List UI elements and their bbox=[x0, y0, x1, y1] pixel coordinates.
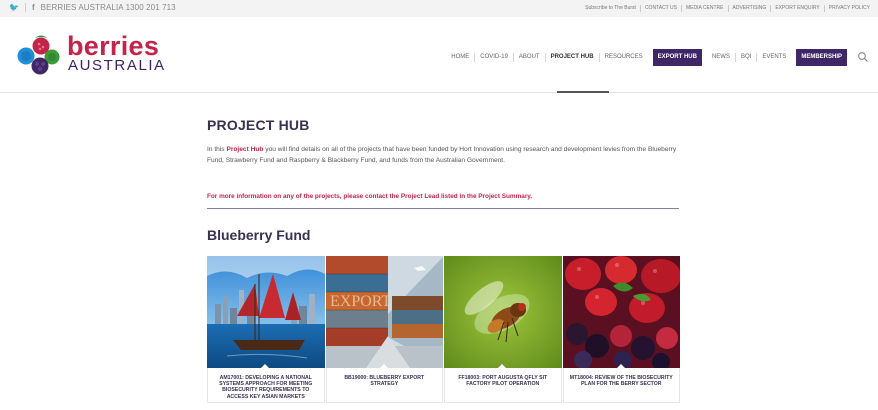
nav-covid-19[interactable]: COVID-19 bbox=[475, 52, 514, 62]
privacy-policy-link[interactable]: PRIVACY POLICY bbox=[825, 5, 874, 12]
top-bar: 🐦 f BERRIES AUSTRALIA 1300 201 713 Subsc… bbox=[0, 0, 878, 17]
fund-heading: Blueberry Fund bbox=[207, 227, 311, 243]
card-caption[interactable]: AM17001: DEVELOPING A NATIONAL SYSTEMS A… bbox=[207, 368, 325, 403]
main-nav: HOME COVID-19 ABOUT PROJECT HUB RESOURCE… bbox=[446, 47, 869, 67]
site-logo[interactable]: berries AUSTRALIA bbox=[15, 33, 164, 78]
nav-home[interactable]: HOME bbox=[446, 52, 476, 62]
active-nav-indicator bbox=[557, 91, 609, 93]
card-caption[interactable]: MT18004: REVIEW OF THE BIOSECURITY PLAN … bbox=[562, 368, 680, 403]
nav-membership-button[interactable]: MEMBERSHIP bbox=[796, 48, 847, 66]
svg-text:EXPORT: EXPORT bbox=[330, 293, 391, 310]
nav-project-hub[interactable]: PROJECT HUB bbox=[546, 52, 600, 62]
nav-about[interactable]: ABOUT bbox=[514, 52, 546, 62]
twitter-icon[interactable]: 🐦 bbox=[9, 3, 19, 12]
card-caption[interactable]: BB19000: BLUEBERRY EXPORT STRATEGY bbox=[325, 368, 443, 403]
berries-logo-icon bbox=[17, 35, 60, 75]
project-cards: AM17001: DEVELOPING A NATIONAL SYSTEMS A… bbox=[207, 256, 680, 410]
fruit-fly-image bbox=[444, 256, 562, 368]
nav-news[interactable]: NEWS bbox=[707, 52, 736, 62]
phone-number: BERRIES AUSTRALIA 1300 201 713 bbox=[40, 3, 176, 12]
search-icon[interactable] bbox=[857, 51, 869, 63]
junk-boat-image bbox=[207, 256, 325, 368]
nav-bqi[interactable]: BQI bbox=[736, 52, 758, 62]
media-centre-link[interactable]: MEDIA CENTRE bbox=[682, 5, 729, 12]
nav-events[interactable]: EVENTS bbox=[757, 53, 791, 62]
card-caption[interactable]: FF18003: PORT AUGUSTA QFLY SIT FACTORY P… bbox=[444, 368, 562, 403]
page-title: PROJECT HUB bbox=[207, 117, 310, 133]
contact-notice: For more information on any of the proje… bbox=[207, 193, 533, 200]
project-hub-link[interactable]: Project Hub bbox=[226, 146, 263, 153]
logo-wordmark: berries bbox=[67, 31, 160, 61]
mixed-berries-image bbox=[562, 256, 680, 368]
intro-prefix: In this bbox=[207, 146, 227, 153]
project-card[interactable]: EXPORT BB19000: BLUEBERRY EXPORT STRATEG… bbox=[325, 256, 443, 410]
project-card[interactable]: MT18004: REVIEW OF THE BIOSECURITY PLAN … bbox=[562, 256, 680, 410]
project-card[interactable]: AM17001: DEVELOPING A NATIONAL SYSTEMS A… bbox=[207, 256, 325, 410]
advertising-link[interactable]: ADVERTISING bbox=[729, 5, 772, 12]
facebook-icon[interactable]: f bbox=[32, 3, 35, 12]
intro-paragraph: In this Project Hub you will find detail… bbox=[207, 145, 679, 166]
subscribe-link[interactable]: Subscribe to The Burst bbox=[581, 5, 641, 12]
export-enquiry-link[interactable]: EXPORT ENQUIRY bbox=[771, 5, 825, 12]
divider bbox=[24, 3, 26, 12]
project-card[interactable]: FF18003: PORT AUGUSTA QFLY SIT FACTORY P… bbox=[444, 256, 562, 410]
social-links: 🐦 f BERRIES AUSTRALIA 1300 201 713 bbox=[9, 3, 176, 12]
intro-body: you will find details on all of the proj… bbox=[207, 146, 677, 164]
utility-links: Subscribe to The Burst CONTACT US MEDIA … bbox=[581, 5, 874, 12]
nav-resources[interactable]: RESOURCES bbox=[600, 53, 648, 62]
export-containers-image: EXPORT bbox=[325, 256, 443, 368]
contact-us-link[interactable]: CONTACT US bbox=[641, 5, 682, 12]
logo-subtitle: AUSTRALIA bbox=[68, 57, 166, 74]
section-divider bbox=[207, 208, 679, 209]
nav-export-hub-button[interactable]: EXPORT HUB bbox=[652, 48, 702, 66]
site-header: berries AUSTRALIA HOME COVID-19 ABOUT PR… bbox=[0, 17, 878, 93]
